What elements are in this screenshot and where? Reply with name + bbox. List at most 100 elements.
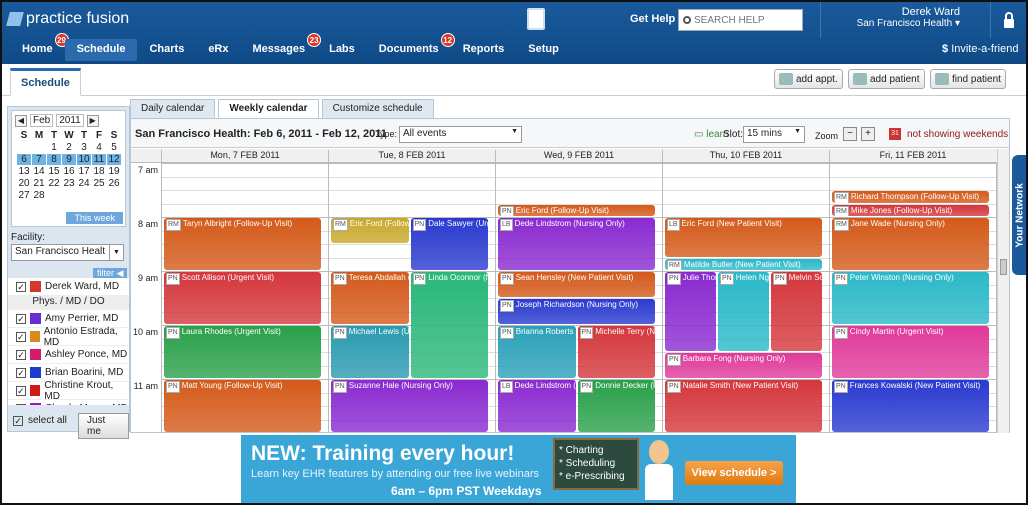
zoom-in-button[interactable]: + xyxy=(861,127,875,141)
day-cell[interactable]: 12 xyxy=(107,154,121,165)
provider-checkbox[interactable]: ✓ xyxy=(16,403,26,405)
appointment[interactable]: PN Peter Winston (Nursing Only) xyxy=(832,272,989,324)
nav-home[interactable]: Home 29 xyxy=(10,33,69,61)
search-help-input[interactable] xyxy=(694,14,794,26)
day-cell[interactable]: 9 xyxy=(62,154,76,165)
day-cell[interactable]: 14 xyxy=(32,166,46,177)
appointment[interactable]: PN Michelle Terry (N xyxy=(577,326,655,378)
training-banner[interactable]: NEW: Training every hour! Learn key EHR … xyxy=(241,435,796,503)
provider-checkbox[interactable]: ✓ xyxy=(16,331,26,342)
zoom-out-button[interactable]: − xyxy=(843,127,857,141)
day-cell[interactable]: 4 xyxy=(92,142,106,153)
tab-customize-schedule[interactable]: Customize schedule xyxy=(321,99,434,118)
search-help-box[interactable] xyxy=(678,9,803,31)
provider-checkbox[interactable]: ✓ xyxy=(16,385,26,396)
nav-messages[interactable]: Messages 23 xyxy=(241,33,322,61)
appointment[interactable]: PN Barbara Fong (Nursing Only) xyxy=(665,353,822,378)
nav-setup[interactable]: Setup xyxy=(516,39,571,61)
appointment[interactable]: PN Helen Ng xyxy=(718,272,769,351)
select-all-checkbox[interactable]: ✓ xyxy=(13,415,23,426)
appointment[interactable]: RM Taryn Albright (Follow-Up Visit) xyxy=(164,218,321,270)
prev-month-button[interactable]: ◀ xyxy=(15,114,27,127)
tab-daily-calendar[interactable]: Daily calendar xyxy=(130,99,216,118)
appointment[interactable]: RM Jane Wade (Nursing Only) xyxy=(832,218,989,270)
appointment[interactable]: PN Scott Allison (Urgent Visit) xyxy=(164,272,321,324)
find-patient-button[interactable]: find patient xyxy=(930,69,1006,89)
day-cell[interactable]: 18 xyxy=(92,166,106,177)
appointment[interactable]: RM Richard Thompson (Follow-Up Visit) xyxy=(832,191,989,203)
day-cell[interactable]: 28 xyxy=(32,190,46,201)
slot-select[interactable]: 15 mins ▼ xyxy=(743,126,805,143)
appointment[interactable]: LB Dede Lindstrom (Nursing Only) xyxy=(498,218,655,270)
appointment[interactable]: PN Sean Hensley (New Patient Visit) xyxy=(498,272,655,297)
month-select[interactable]: Feb xyxy=(30,114,54,127)
scroll-thumb[interactable] xyxy=(1000,259,1007,275)
provider-checkbox[interactable]: ✓ xyxy=(16,281,26,292)
day-cell[interactable]: 6 xyxy=(17,154,31,165)
select-all[interactable]: ✓ select all xyxy=(13,415,67,426)
day-cell[interactable]: 7 xyxy=(32,154,46,165)
appointment[interactable]: PN Laura Rhodes (Urgent Visit) xyxy=(164,326,321,378)
just-me-button[interactable]: Just me xyxy=(78,413,129,439)
provider-item[interactable]: ✓ Christine Krout, MD xyxy=(8,380,129,402)
appointment[interactable]: PNDonnie Decker (Fo xyxy=(577,380,655,432)
tab-schedule[interactable]: Schedule xyxy=(10,68,81,96)
nav-labs[interactable]: Labs xyxy=(317,39,367,61)
your-network-tab[interactable]: Your Network xyxy=(1012,155,1026,275)
day-cell[interactable]: 1 xyxy=(47,142,61,153)
next-month-button[interactable]: ▶ xyxy=(86,114,99,127)
calendar-31-icon[interactable]: 31 xyxy=(889,128,901,140)
appointment[interactable]: PNDale Sawyer (Urge xyxy=(410,218,488,270)
type-select[interactable]: All events ▼ xyxy=(399,126,522,143)
day-cell[interactable]: 19 xyxy=(107,166,121,177)
nav-schedule[interactable]: Schedule xyxy=(64,39,138,61)
provider-checkbox[interactable]: ✓ xyxy=(16,313,26,324)
appointment[interactable]: PN Julie Thor xyxy=(665,272,716,351)
day-cell[interactable]: 22 xyxy=(47,178,61,189)
appointment[interactable]: PN Natalie Smith (New Patient Visit) xyxy=(665,380,822,432)
add-appt-button[interactable]: add appt. xyxy=(774,69,843,89)
tab-weekly-calendar[interactable]: Weekly calendar xyxy=(218,99,319,118)
user-menu[interactable]: Derek Ward San Francisco Health ▾ xyxy=(820,2,990,38)
day-cell[interactable]: 15 xyxy=(47,166,61,177)
day-cell[interactable]: 24 xyxy=(77,178,91,189)
nav-reports[interactable]: Reports xyxy=(451,39,517,61)
day-cell[interactable]: 26 xyxy=(107,178,121,189)
appointment[interactable]: RM Mike Jones (Follow-Up Visit) xyxy=(832,204,989,216)
year-select[interactable]: 2011 xyxy=(56,114,84,127)
appointment[interactable]: RMEric Ford (Follow-Up xyxy=(331,218,409,243)
nav-charts[interactable]: Charts xyxy=(137,39,196,61)
day-cell[interactable]: 5 xyxy=(107,142,121,153)
appointment[interactable]: PN Melvin Sc xyxy=(771,272,822,351)
get-help-link[interactable]: Get Help xyxy=(630,13,675,25)
invite-a-friend-link[interactable]: $ Invite-a-friend xyxy=(942,43,1018,55)
appointment[interactable]: PN Frances Kowalski (New Patient Visit) xyxy=(832,380,989,432)
weekends-toggle[interactable]: not showing weekends xyxy=(907,129,1008,140)
day-cell[interactable]: 16 xyxy=(62,166,76,177)
appointment[interactable]: PN Joseph Richardson (Nursing Only) xyxy=(498,299,655,324)
vertical-scrollbar[interactable] xyxy=(997,149,1009,433)
day-cell[interactable]: 23 xyxy=(62,178,76,189)
this-week-button[interactable]: This week xyxy=(66,212,123,224)
appointment[interactable]: PN Eric Ford (Follow-Up Visit) xyxy=(498,204,655,216)
clipboard-icon[interactable] xyxy=(527,8,545,30)
day-cell[interactable]: 25 xyxy=(92,178,106,189)
appointment[interactable]: PN Cindy Martin (Urgent Visit) xyxy=(832,326,989,378)
nav-documents[interactable]: Documents 12 xyxy=(367,33,455,61)
provider-item[interactable]: ✓ Derek Ward, MD xyxy=(8,278,129,296)
appointment[interactable]: PNLinda Oconnor (Nursing xyxy=(410,272,488,378)
day-cell[interactable]: 3 xyxy=(77,142,91,153)
provider-item[interactable]: ✓ Ashley Ponce, MD xyxy=(8,346,129,364)
facility-select[interactable]: San Francisco Healt ▼ xyxy=(11,244,124,261)
day-cell[interactable]: 20 xyxy=(17,178,31,189)
day-cell[interactable]: 11 xyxy=(92,154,106,165)
appointment[interactable]: LB Eric Ford (New Patient Visit) xyxy=(665,218,822,257)
day-cell[interactable]: 17 xyxy=(77,166,91,177)
view-schedule-button[interactable]: View schedule > xyxy=(685,461,783,485)
week-grid[interactable]: 7 am 8 am 9 am 10 am 11 am RM Taryn Albright (… xyxy=(131,163,997,433)
appointment[interactable]: PNTeresa Abdallah (Ne xyxy=(331,272,409,324)
day-cell[interactable]: 13 xyxy=(17,166,31,177)
nav-erx[interactable]: eRx xyxy=(196,39,240,61)
appointment[interactable]: PNBrianna Roberts (N xyxy=(498,326,576,378)
appointment[interactable]: LBDede Lindstrom (Nu xyxy=(498,380,576,432)
